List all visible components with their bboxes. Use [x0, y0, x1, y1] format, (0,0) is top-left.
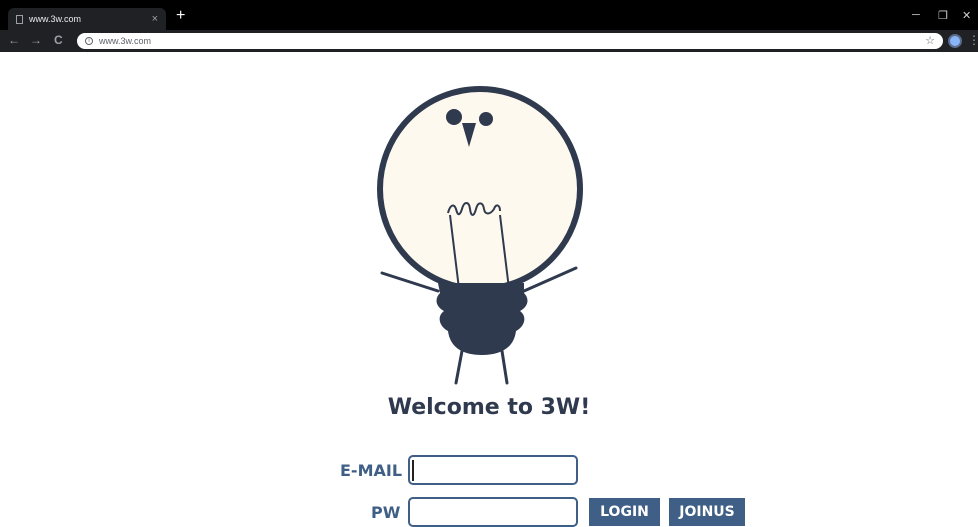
login-button[interactable]: LOGIN	[589, 498, 660, 526]
new-tab-button[interactable]: +	[176, 8, 185, 24]
menu-icon[interactable]: ⋮	[968, 33, 978, 47]
browser-toolbar: ← → C i www.3w.com ☆ ⋮	[0, 30, 978, 52]
minimize-icon[interactable]: ─	[912, 9, 920, 21]
welcome-heading: Welcome to 3W!	[387, 395, 591, 420]
bulb-base	[436, 283, 528, 355]
page-icon	[16, 14, 23, 24]
address-bar[interactable]: i www.3w.com ☆	[77, 33, 943, 49]
tab-title: www.3w.com	[29, 14, 82, 24]
text-caret	[412, 460, 414, 481]
email-field[interactable]	[408, 455, 578, 485]
bulb-left-leg	[454, 349, 464, 385]
reload-icon[interactable]: C	[54, 33, 63, 47]
tab-close-icon[interactable]: ×	[152, 13, 158, 25]
restore-icon[interactable]: ❐	[938, 9, 948, 22]
url-text: www.3w.com	[99, 36, 152, 46]
info-icon[interactable]: i	[85, 37, 93, 45]
profile-avatar-icon[interactable]	[948, 34, 962, 48]
password-field[interactable]	[408, 497, 578, 527]
forward-icon[interactable]: →	[30, 33, 42, 47]
email-label: E-MAIL	[340, 461, 403, 480]
lightbulb-logo	[377, 86, 583, 385]
back-icon[interactable]: ←	[8, 33, 20, 47]
bulb-right-eye	[479, 112, 493, 126]
bookmark-star-icon[interactable]: ☆	[925, 34, 935, 47]
browser-tab[interactable]: www.3w.com ×	[8, 8, 166, 30]
bulb-right-leg	[500, 349, 509, 385]
tab-strip: www.3w.com × + ─ ❐ ✕	[0, 0, 978, 30]
bulb-left-eye	[446, 109, 462, 125]
join-button[interactable]: JOINUS	[669, 498, 745, 526]
close-window-icon[interactable]: ✕	[962, 9, 971, 22]
password-label: PW	[371, 503, 401, 522]
